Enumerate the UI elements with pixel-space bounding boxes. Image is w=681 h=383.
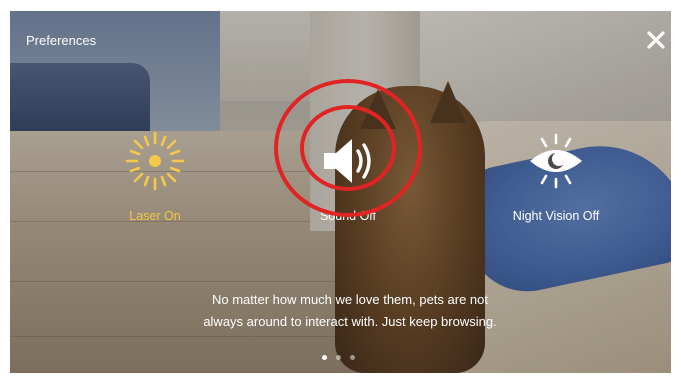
laser-sun-icon: [123, 129, 187, 198]
caption-line-1: No matter how much we love them, pets ar…: [211, 292, 488, 307]
night-vision-toggle-button[interactable]: Night Vision Off: [481, 129, 631, 223]
laser-label: Laser On: [129, 209, 181, 223]
caption-line-2: always around to interact with. Just kee…: [203, 314, 497, 329]
camera-view: Preferences Laser On Sound Off Night Vis…: [10, 11, 671, 373]
laser-toggle-button[interactable]: Laser On: [80, 129, 230, 223]
page-dot-2[interactable]: [336, 355, 341, 360]
caption-text: No matter how much we love them, pets ar…: [140, 289, 560, 333]
eye-icon: [524, 129, 588, 198]
highlight-circle-inner: [300, 105, 396, 191]
page-dot-3[interactable]: [350, 355, 355, 360]
night-vision-label: Night Vision Off: [512, 209, 600, 223]
page-dot-1[interactable]: [322, 355, 327, 360]
page-title: Preferences: [26, 33, 97, 48]
close-button[interactable]: [645, 29, 667, 51]
app-frame: Preferences Laser On Sound Off Night Vis…: [0, 0, 681, 383]
close-icon: [645, 29, 667, 51]
page-indicator: [322, 355, 355, 360]
